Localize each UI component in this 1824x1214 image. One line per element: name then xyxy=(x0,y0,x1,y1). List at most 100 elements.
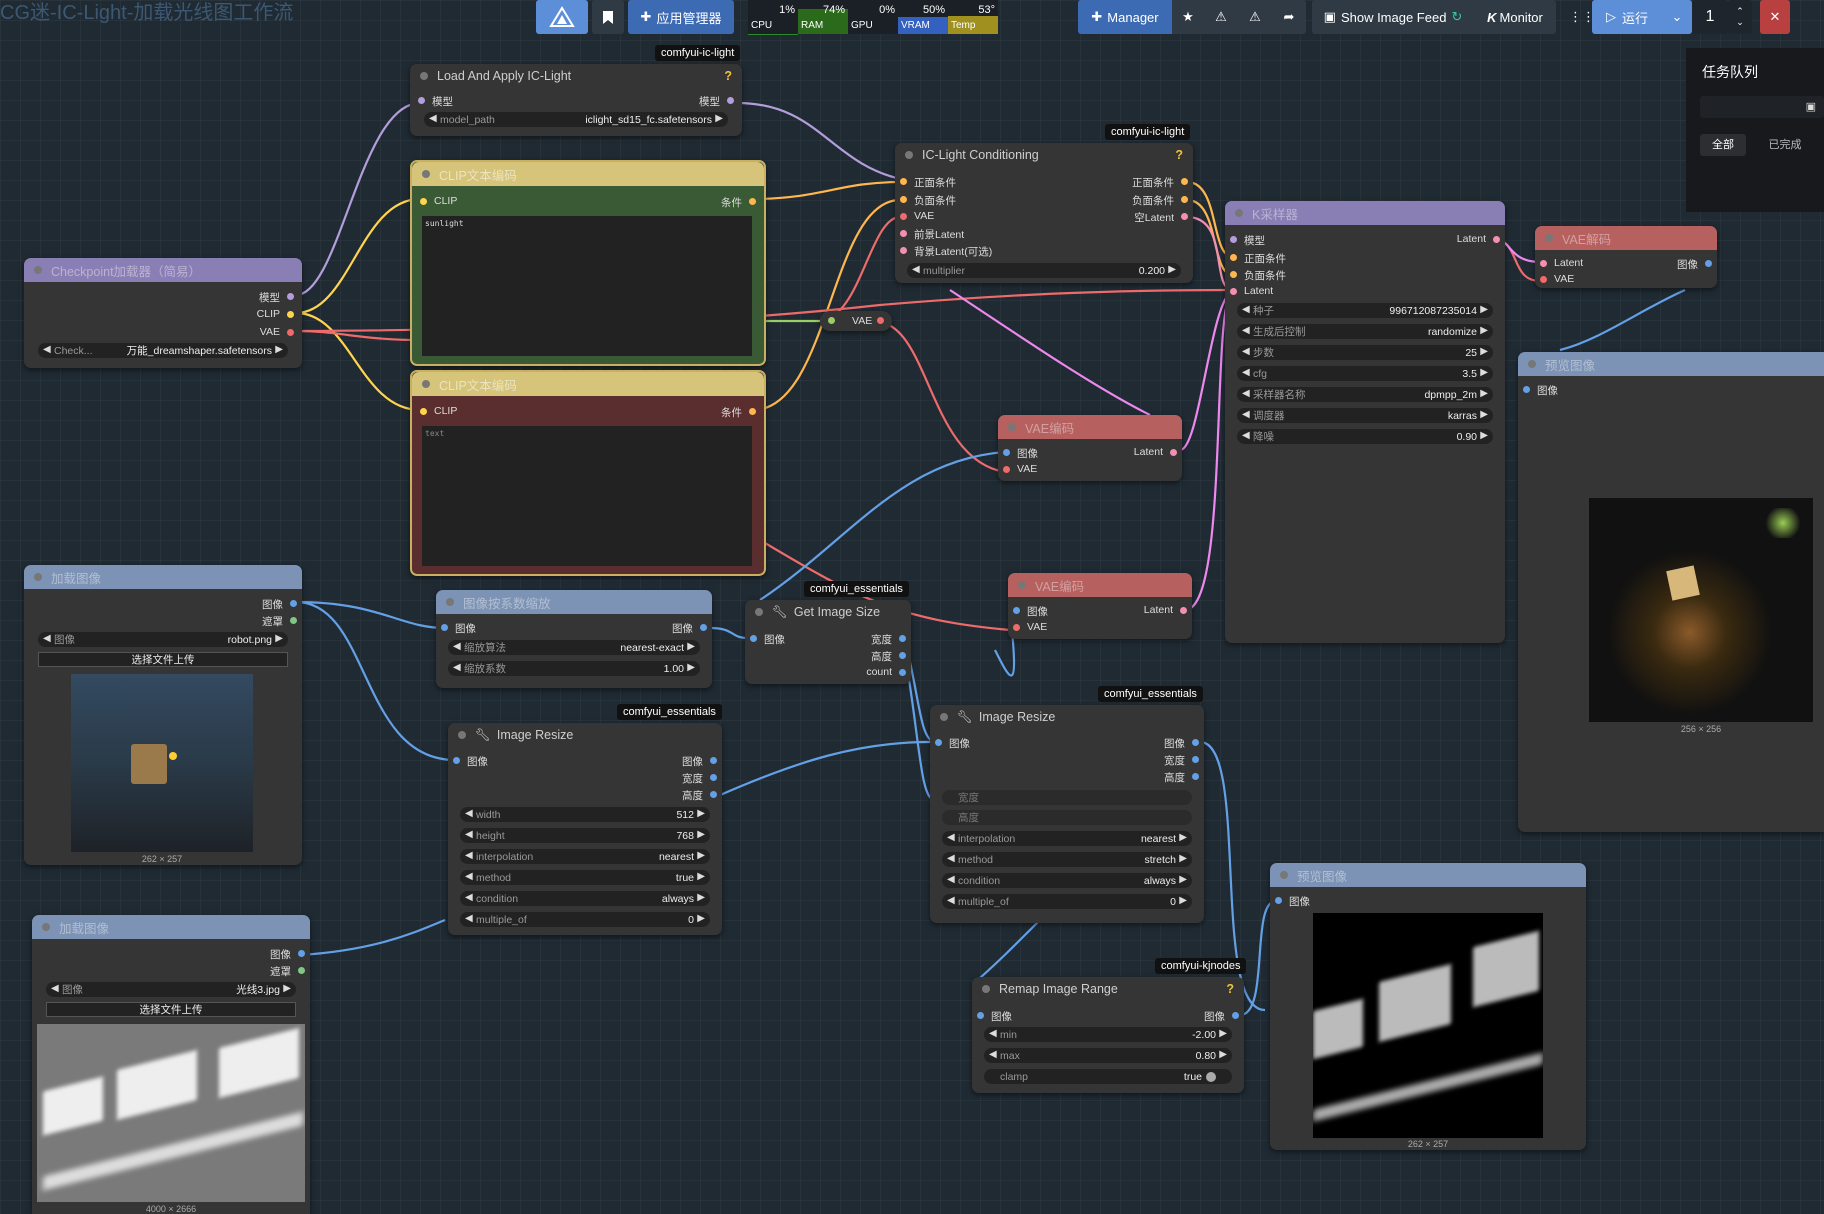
node-checkpoint-loader[interactable]: Checkpoint加载器（简易） 模型 CLIP VAE ◀ Check...… xyxy=(24,258,302,368)
arrow-right-icon[interactable]: ▶ xyxy=(697,829,705,840)
app-manager-button[interactable]: ✚ 应用管理器 xyxy=(628,0,734,34)
output-image[interactable]: 图像 xyxy=(672,621,709,636)
widget-control-after-generate[interactable]: ◀ 生成后控制 randomize ▶ xyxy=(1237,324,1493,339)
arrow-right-icon[interactable]: ▶ xyxy=(687,662,695,673)
arrow-left-icon[interactable]: ◀ xyxy=(465,892,473,903)
output-count[interactable]: count xyxy=(866,666,908,678)
output-positive[interactable]: 正面条件 xyxy=(1132,175,1190,190)
arrow-left-icon[interactable]: ◀ xyxy=(465,850,473,861)
widget-scheduler[interactable]: ◀ 调度器 karras ▶ xyxy=(1237,408,1493,423)
node-header[interactable]: VAE编码 xyxy=(1008,573,1192,597)
collapse-dot[interactable] xyxy=(905,151,913,159)
arrow-right-icon[interactable]: ▶ xyxy=(715,113,723,124)
widget-denoise[interactable]: ◀ 降噪 0.90 ▶ xyxy=(1237,429,1493,444)
arrow-left-icon[interactable]: ◀ xyxy=(465,871,473,882)
arrow-left-icon[interactable]: ◀ xyxy=(465,829,473,840)
arrow-right-icon[interactable]: ▶ xyxy=(697,850,705,861)
share-button-2[interactable]: ⚠ xyxy=(1238,0,1272,34)
arrow-right-icon[interactable]: ▶ xyxy=(1179,895,1187,906)
node-preview-image-lightmap[interactable]: 预览图像 图像 262 × 257 xyxy=(1270,863,1586,1150)
widget-width[interactable]: ◀ width 512 ▶ xyxy=(460,807,710,822)
node-header[interactable]: CLIP文本编码 xyxy=(412,372,764,396)
prompt-textarea[interactable]: sunlight xyxy=(422,216,752,356)
node-preview-image-result[interactable]: 预览图像 图像 256 × 256 xyxy=(1518,352,1824,832)
input-clip[interactable]: CLIP xyxy=(418,405,457,417)
widget-interpolation[interactable]: ◀ interpolation nearest ▶ xyxy=(942,831,1192,846)
arrow-right-icon[interactable]: ▶ xyxy=(1168,264,1176,275)
collapse-dot[interactable] xyxy=(34,266,42,274)
widget-scale-by[interactable]: ◀ 缩放系数 1.00 ▶ xyxy=(448,661,700,676)
toggle-clamp[interactable]: clamp true xyxy=(984,1069,1232,1084)
output-conditioning[interactable]: 条件 xyxy=(721,195,758,210)
arrow-right-icon[interactable]: ▶ xyxy=(1179,853,1187,864)
node-clip-text-negative[interactable]: CLIP文本编码 CLIP 条件 text xyxy=(410,370,766,576)
widget-multiple-of[interactable]: ◀ multiple_of 0 ▶ xyxy=(460,912,710,927)
node-header[interactable]: 🔧︎ Get Image Size xyxy=(745,600,911,624)
output-model[interactable]: 模型 xyxy=(699,94,736,109)
help-icon[interactable]: ? xyxy=(1226,982,1234,996)
arrow-right-icon[interactable]: ▶ xyxy=(1219,1049,1227,1060)
node-clip-text-positive[interactable]: CLIP文本编码 CLIP 条件 sunlight xyxy=(410,160,766,366)
arrow-right-icon[interactable]: ▶ xyxy=(1480,388,1488,399)
node-vae-encode-1[interactable]: VAE编码 图像 VAE Latent xyxy=(998,415,1182,481)
widget-ckpt-name[interactable]: ◀ Check... 万能_dreamshaper.safetensors ▶ xyxy=(38,343,288,358)
collapse-dot[interactable] xyxy=(1545,234,1553,242)
arrow-left-icon[interactable]: ◀ xyxy=(912,264,920,275)
input-model[interactable]: 模型 xyxy=(416,94,453,109)
input-image[interactable]: 图像 xyxy=(1011,604,1048,619)
input-vae[interactable]: VAE xyxy=(1011,621,1047,633)
arrow-left-icon[interactable]: ◀ xyxy=(947,895,955,906)
input-latent[interactable]: Latent xyxy=(1538,257,1583,269)
output-image[interactable]: 图像 xyxy=(1164,736,1201,751)
node-image-scale-by[interactable]: 图像按系数缩放 图像 图像 ◀ 缩放算法 nearest-exact ▶ ◀ 缩放系数 1… xyxy=(436,590,712,688)
input-foreground-latent[interactable]: 前景Latent xyxy=(898,227,964,242)
collapse-dot[interactable] xyxy=(458,731,466,739)
arrow-right-icon[interactable]: ▶ xyxy=(1480,430,1488,441)
input-vae[interactable]: VAE xyxy=(1538,273,1574,285)
widget-image-file[interactable]: ◀ 图像 robot.png ▶ xyxy=(38,632,288,647)
arrow-right-icon[interactable]: ▶ xyxy=(1179,832,1187,843)
output-width[interactable]: 宽度 xyxy=(871,632,908,647)
arrow-right-icon[interactable]: ▶ xyxy=(687,641,695,652)
collapse-dot[interactable] xyxy=(34,573,42,581)
arrow-left-icon[interactable]: ◀ xyxy=(43,633,51,644)
close-button[interactable]: ✕ xyxy=(1760,0,1790,34)
arrow-left-icon[interactable]: ◀ xyxy=(1242,325,1250,336)
node-load-image-robot[interactable]: 加载图像 图像 遮罩 ◀ 图像 robot.png ▶ 选择文件上传 262 × 25… xyxy=(24,565,302,865)
collapse-dot[interactable] xyxy=(422,380,430,388)
upload-button[interactable]: 选择文件上传 xyxy=(46,1002,296,1017)
star-button[interactable]: ★ xyxy=(1172,0,1204,34)
arrow-left-icon[interactable]: ◀ xyxy=(947,832,955,843)
arrow-right-icon[interactable]: ▶ xyxy=(697,913,705,924)
arrow-left-icon[interactable]: ◀ xyxy=(465,808,473,819)
output-width[interactable]: 宽度 xyxy=(682,771,719,786)
input-vae[interactable]: VAE xyxy=(898,210,934,222)
output-clip[interactable]: CLIP xyxy=(257,308,296,320)
prompt-textarea[interactable]: text xyxy=(422,426,752,566)
output-image[interactable]: 图像 xyxy=(1677,257,1714,272)
collapse-dot[interactable] xyxy=(1018,581,1026,589)
collapse-dot[interactable] xyxy=(422,170,430,178)
help-icon[interactable]: ? xyxy=(1175,148,1183,162)
output-mask[interactable]: 遮罩 xyxy=(270,964,307,979)
run-options-button[interactable]: ⌄ xyxy=(1662,0,1692,34)
output-mask[interactable]: 遮罩 xyxy=(262,614,299,629)
arrow-left-icon[interactable]: ◀ xyxy=(1242,367,1250,378)
widget-cfg[interactable]: ◀ cfg 3.5 ▶ xyxy=(1237,366,1493,381)
widget-condition[interactable]: ◀ condition always ▶ xyxy=(460,891,710,906)
node-header[interactable]: Checkpoint加载器（简易） xyxy=(24,258,302,282)
node-header[interactable]: 预览图像 xyxy=(1518,352,1824,376)
output-empty-latent[interactable]: 空Latent xyxy=(1134,210,1190,225)
queue-search-box[interactable]: ▣ xyxy=(1700,96,1824,118)
node-ksampler[interactable]: K采样器 模型 正面条件 负面条件 Latent Latent ◀ 种子 99671… xyxy=(1225,201,1505,643)
node-header[interactable]: VAE编码 xyxy=(998,415,1182,439)
arrow-right-icon[interactable]: ▶ xyxy=(697,808,705,819)
node-header[interactable]: 🔧︎ Image Resize xyxy=(448,723,722,747)
output-height[interactable]: 高度 xyxy=(682,788,719,803)
collapse-dot[interactable] xyxy=(42,923,50,931)
collapse-dot[interactable] xyxy=(982,985,990,993)
output-latent[interactable]: Latent xyxy=(1457,233,1502,245)
run-button[interactable]: ▷ 运行 xyxy=(1592,0,1662,34)
widget-image-file[interactable]: ◀ 图像 光线3.jpg ▶ xyxy=(46,982,296,997)
tab-done[interactable]: 已完成 xyxy=(1762,134,1808,156)
